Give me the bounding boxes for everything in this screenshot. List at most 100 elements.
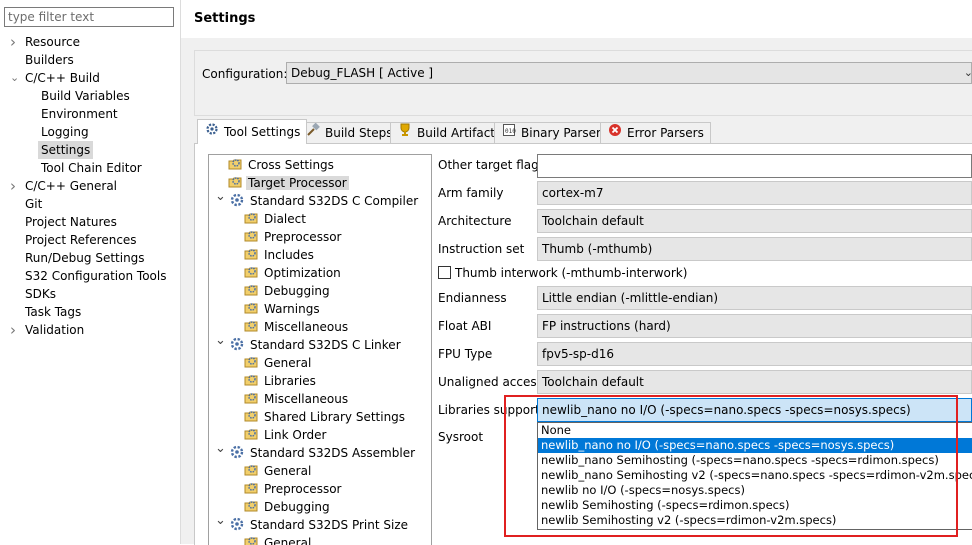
tree-item[interactable]: Link Order <box>243 426 329 444</box>
page-title: Settings <box>194 11 256 26</box>
libraries-support-select[interactable]: newlib_nano no I/O (-specs=nano.specs -s… <box>537 398 972 422</box>
chevron-down-icon[interactable]: ⌄ <box>215 189 226 204</box>
nav-item-sdks[interactable]: SDKs <box>22 285 59 303</box>
nav-item-logging[interactable]: Logging <box>38 123 92 141</box>
endianness-label: Endianness <box>438 291 507 305</box>
nav-item-c-c-general[interactable]: C/C++ General <box>22 177 120 195</box>
tree-item[interactable]: Preprocessor <box>243 480 343 498</box>
chevron-down-icon[interactable]: ⌄ <box>215 441 226 456</box>
tree-item[interactable]: Standard S32DS C Compiler <box>229 192 420 210</box>
tree-item[interactable]: Libraries <box>243 372 318 390</box>
tree-item[interactable]: Standard S32DS Print Size <box>229 516 410 534</box>
nav-item-task-tags[interactable]: Task Tags <box>22 303 84 321</box>
tab-build-steps[interactable]: Build Steps <box>298 122 400 143</box>
configuration-value: Debug_FLASH [ Active ] <box>291 66 434 80</box>
tree-item-label: Miscellaneous <box>264 392 349 406</box>
libraries-option[interactable]: newlib no I/O (-specs=nosys.specs) <box>538 483 972 498</box>
nav-item-builders[interactable]: Builders <box>22 51 77 69</box>
tree-item[interactable]: Standard S32DS C Linker <box>229 336 403 354</box>
endianness-select[interactable]: Little endian (-mlittle-endian) <box>537 286 972 310</box>
thumb-interwork-checkbox[interactable] <box>438 266 451 279</box>
tab-label: Binary Parsers <box>521 126 608 140</box>
chevron-down-icon[interactable]: ⌄ <box>215 333 226 348</box>
nav-item-c-c-build[interactable]: C/C++ Build <box>22 69 103 87</box>
libraries-option[interactable]: newlib_nano Semihosting v2 (-specs=nano.… <box>538 468 972 483</box>
configuration-select[interactable]: Debug_FLASH [ Active ] ⌄ <box>286 62 972 84</box>
nav-item-environment[interactable]: Environment <box>38 105 121 123</box>
tree-item[interactable]: Standard S32DS Assembler <box>229 444 417 462</box>
nav-item-resource[interactable]: Resource <box>22 33 83 51</box>
tree-item[interactable]: Optimization <box>243 264 343 282</box>
tree-item[interactable]: Debugging <box>243 282 332 300</box>
settings-page-icon <box>243 300 262 318</box>
nav-item-project-references[interactable]: Project References <box>22 231 140 249</box>
libraries-option[interactable]: None <box>538 423 972 438</box>
nav-item-run-debug-settings[interactable]: Run/Debug Settings <box>22 249 148 267</box>
tree-item-label: Dialect <box>264 212 306 226</box>
float-abi-select[interactable]: FP instructions (hard) <box>537 314 972 338</box>
libraries-option[interactable]: newlib Semihosting (-specs=rdimon.specs) <box>538 498 972 513</box>
filter-input[interactable] <box>4 7 174 27</box>
binary-parsers-icon: 010 <box>501 123 517 144</box>
tree-item[interactable]: Dialect <box>243 210 308 228</box>
tool-gear-icon <box>229 516 248 534</box>
arm-family-select[interactable]: cortex-m7 <box>537 181 972 205</box>
settings-page-icon <box>243 480 262 498</box>
nav-item-s32-configuration-tools[interactable]: S32 Configuration Tools <box>22 267 169 285</box>
nav-item-validation[interactable]: Validation <box>22 321 87 339</box>
nav-item-settings[interactable]: Settings <box>38 141 94 159</box>
tree-item[interactable]: Debugging <box>243 498 332 516</box>
configuration-label: Configuration: <box>202 67 288 81</box>
settings-page-icon <box>243 408 262 426</box>
unaligned-access-select[interactable]: Toolchain default <box>537 370 972 394</box>
settings-page-icon <box>227 174 246 192</box>
nav-item-build-variables[interactable]: Build Variables <box>38 87 133 105</box>
settings-page-icon <box>243 426 262 444</box>
tree-item[interactable]: Miscellaneous <box>243 318 350 336</box>
tab-tool-settings[interactable]: Tool Settings <box>197 119 308 144</box>
nav-item-project-natures[interactable]: Project Natures <box>22 213 120 231</box>
nav-item-git[interactable]: Git <box>22 195 45 213</box>
chevron-down-icon: ⌄ <box>963 66 972 79</box>
settings-page-icon <box>243 354 262 372</box>
tree-item-label: Cross Settings <box>248 158 334 172</box>
build-steps-icon <box>305 122 321 144</box>
architecture-select[interactable]: Toolchain default <box>537 209 972 233</box>
settings-page-icon <box>243 228 262 246</box>
instruction-set-label: Instruction set <box>438 242 525 256</box>
tree-item[interactable]: General <box>243 354 313 372</box>
tree-item-label: Link Order <box>264 428 327 442</box>
tab-binary-parsers[interactable]: 010 Binary Parsers <box>494 122 615 144</box>
instruction-set-select[interactable]: Thumb (-mthumb) <box>537 237 972 261</box>
tree-item[interactable]: Cross Settings <box>227 156 336 174</box>
tree-item[interactable]: Includes <box>243 246 316 264</box>
error-parsers-icon <box>607 123 623 144</box>
architecture-label: Architecture <box>438 214 512 228</box>
tree-item[interactable]: General <box>243 462 313 480</box>
tree-item[interactable]: Warnings <box>243 300 322 318</box>
float-abi-label: Float ABI <box>438 319 492 333</box>
tab-error-parsers[interactable]: Error Parsers <box>600 122 711 143</box>
libraries-support-dropdown-list: None newlib_nano no I/O (-specs=nano.spec… <box>537 422 972 530</box>
fpu-type-select[interactable]: fpv5-sp-d16 <box>537 342 972 366</box>
libraries-option[interactable]: newlib Semihosting v2 (-specs=rdimon-v2m… <box>538 513 972 528</box>
tree-item[interactable]: Shared Library Settings <box>243 408 407 426</box>
chevron-down-icon[interactable]: ⌄ <box>10 69 20 87</box>
nav-item-tool-chain-editor[interactable]: Tool Chain Editor <box>38 159 145 177</box>
chevron-down-icon[interactable]: ⌄ <box>215 513 226 528</box>
tab-build-artifact[interactable]: Build Artifact <box>390 122 502 143</box>
tree-item[interactable]: Preprocessor <box>243 228 343 246</box>
chevron-right-icon[interactable]: › <box>10 33 20 51</box>
tree-item[interactable]: General <box>243 534 313 545</box>
tree-item[interactable]: Miscellaneous <box>243 390 350 408</box>
libraries-option[interactable]: newlib_nano Semihosting (-specs=nano.spe… <box>538 453 972 468</box>
settings-page-icon <box>243 390 262 408</box>
tree-item-label: Debugging <box>264 284 330 298</box>
settings-page-icon <box>243 210 262 228</box>
tree-item-label: Warnings <box>264 302 320 316</box>
libraries-option[interactable]: newlib_nano no I/O (-specs=nano.specs -s… <box>538 438 972 453</box>
other-target-flags-input[interactable] <box>537 154 972 178</box>
tree-item[interactable]: Target Processor <box>227 174 349 192</box>
chevron-right-icon[interactable]: › <box>10 177 20 195</box>
chevron-right-icon[interactable]: › <box>10 321 20 339</box>
